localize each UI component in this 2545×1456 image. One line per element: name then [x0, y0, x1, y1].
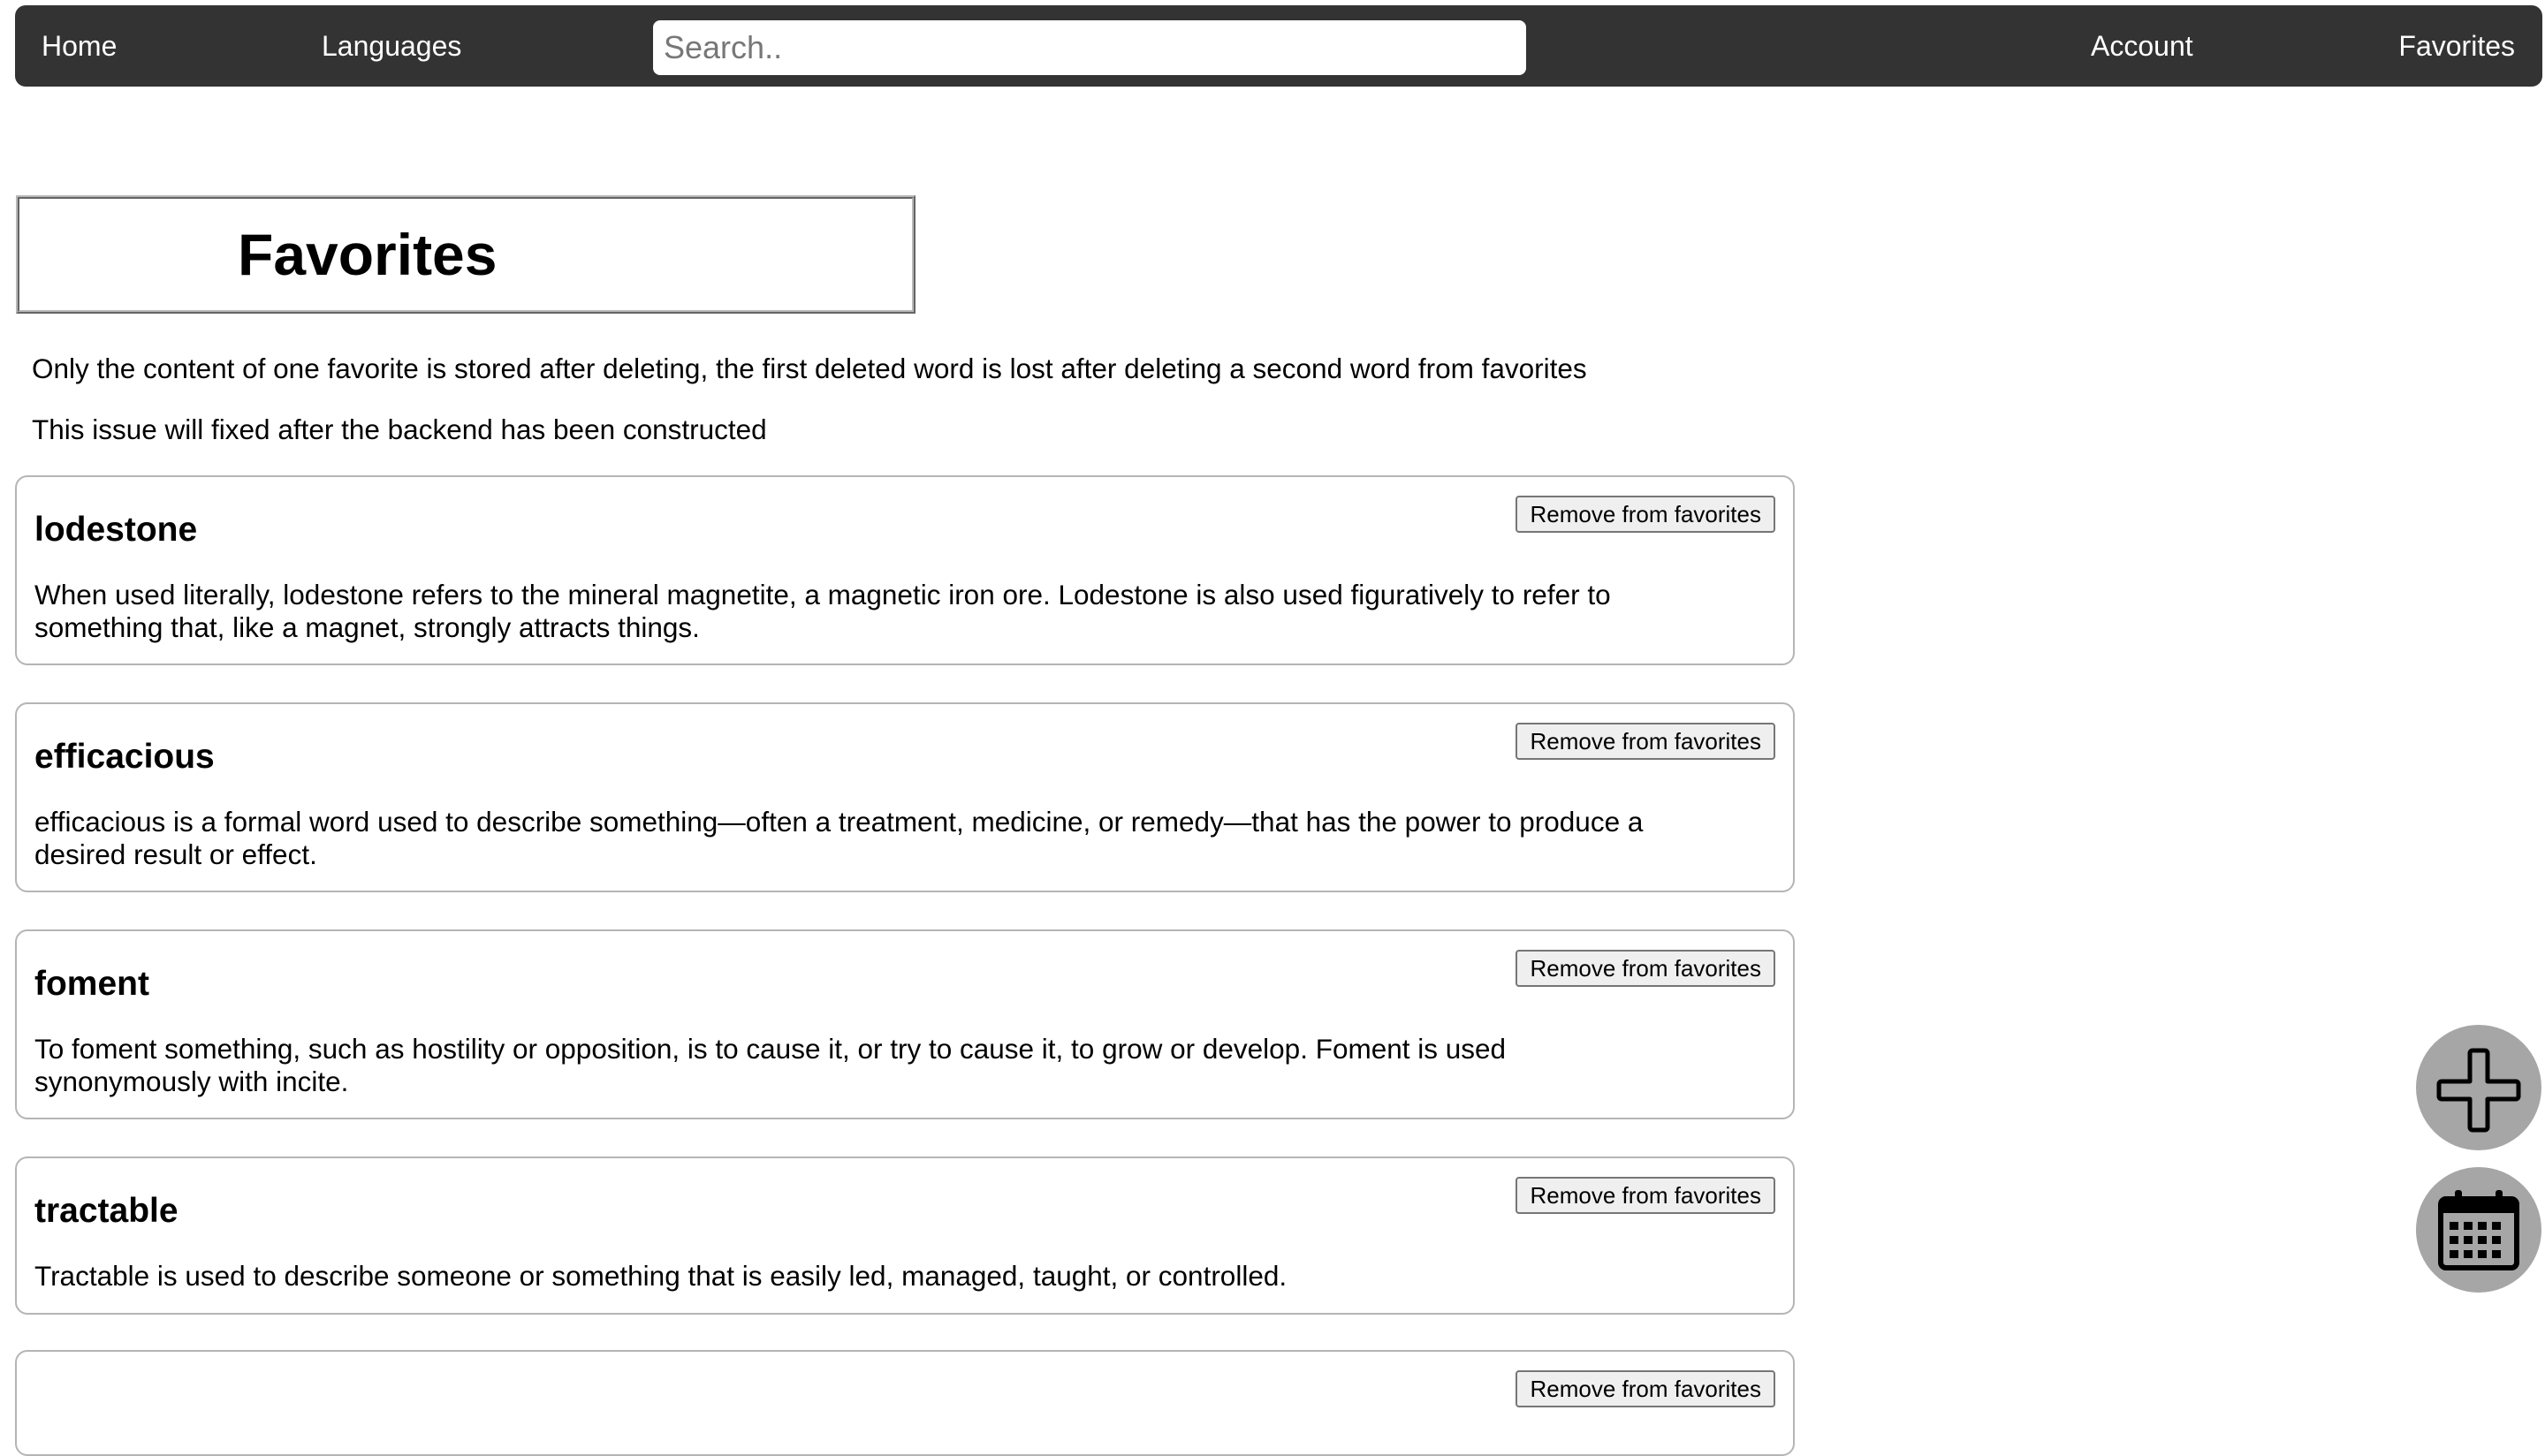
nav-account-link[interactable]: Account	[2091, 5, 2193, 87]
page-title: Favorites	[238, 222, 498, 287]
plus-icon	[2436, 1048, 2521, 1133]
favorite-card: tractable Remove from favorites Tractabl…	[15, 1156, 1795, 1315]
favorite-word: foment	[34, 965, 149, 1003]
add-button[interactable]	[2416, 1025, 2541, 1150]
top-navbar: Home Languages Account Favorites	[15, 5, 2542, 87]
favorite-definition: To foment something, such as hostility o…	[34, 1033, 1507, 1097]
nav-languages-link[interactable]: Languages	[322, 5, 461, 87]
favorite-word: efficacious	[34, 738, 215, 776]
remove-from-favorites-button[interactable]: Remove from favorites	[1516, 1177, 1775, 1214]
favorite-card: foment Remove from favorites To foment s…	[15, 929, 1795, 1119]
search-input[interactable]	[653, 20, 1526, 75]
favorite-card: efficacious Remove from favorites effica…	[15, 702, 1795, 892]
nav-favorites-link[interactable]: Favorites	[2398, 5, 2515, 87]
favorite-definition: efficacious is a formal word used to des…	[34, 806, 1644, 870]
favorite-definition: When used literally, lodestone refers to…	[34, 579, 1611, 643]
favorite-card: Remove from favorites	[15, 1350, 1795, 1456]
remove-from-favorites-button[interactable]: Remove from favorites	[1516, 950, 1775, 987]
remove-from-favorites-button[interactable]: Remove from favorites	[1516, 496, 1775, 533]
info-note: Only the content of one favorite is stor…	[32, 353, 1587, 384]
page-title-box: Favorites	[16, 195, 915, 314]
favorite-definition: Tractable is used to describe someone or…	[34, 1260, 1288, 1292]
remove-from-favorites-button[interactable]: Remove from favorites	[1516, 1370, 1775, 1407]
favorite-card: lodestone Remove from favorites When use…	[15, 475, 1795, 665]
favorite-word: tractable	[34, 1192, 179, 1230]
remove-from-favorites-button[interactable]: Remove from favorites	[1516, 723, 1775, 760]
calendar-button[interactable]	[2416, 1167, 2541, 1293]
favorite-word: lodestone	[34, 511, 198, 549]
nav-home-link[interactable]: Home	[42, 5, 117, 87]
calendar-icon	[2438, 1190, 2519, 1270]
info-note: This issue will fixed after the backend …	[32, 413, 767, 445]
